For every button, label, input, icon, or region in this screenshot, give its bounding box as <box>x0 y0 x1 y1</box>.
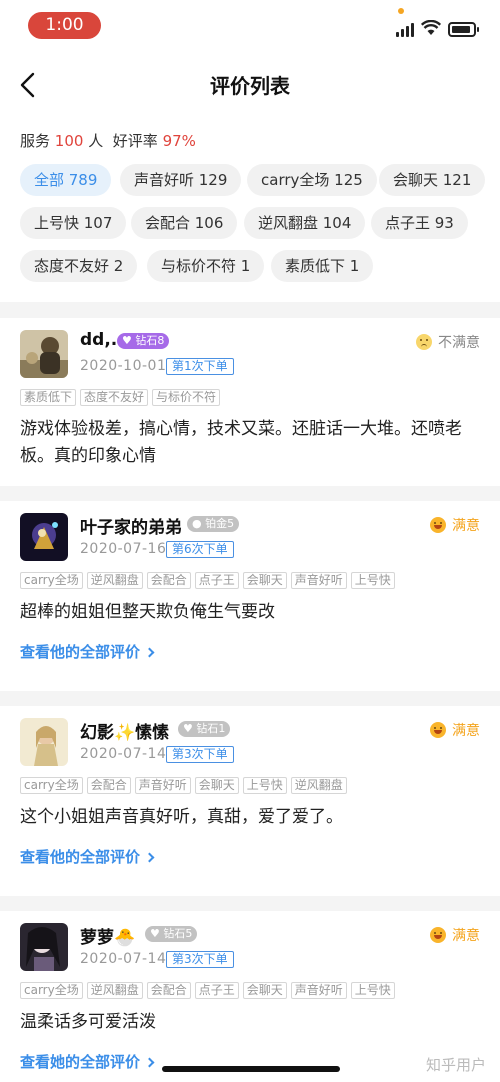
review-tag: 上号快 <box>350 982 395 999</box>
review-comment: 游戏体验极差，搞心情，技术又菜。还脏话一大堆。还喷老板。真的印象心情 <box>20 419 462 466</box>
review-date: 2020-10-01 <box>80 358 167 374</box>
nav-bar: 评价列表 <box>0 52 500 118</box>
status-time: 1:00 <box>28 12 101 39</box>
review-tag: 点子王 <box>194 572 239 589</box>
level-badge: ♥ 钻石1 <box>178 721 231 737</box>
order-count-badge: 第1次下单 <box>166 358 234 375</box>
happy-face-icon <box>430 722 446 738</box>
review-date: 2020-07-14 <box>80 951 167 967</box>
recording-indicator-icon <box>398 8 404 14</box>
filter-chip-idea[interactable]: 点子王 93 <box>371 207 468 239</box>
home-indicator[interactable] <box>162 1066 340 1072</box>
rating-label: 满意 <box>430 720 480 740</box>
review-tag: carry全场 <box>20 572 83 589</box>
rating-label: 不满意 <box>416 332 480 352</box>
page-title: 评价列表 <box>210 74 290 98</box>
review-tag: 会聊天 <box>242 572 287 589</box>
view-all-reviews-link[interactable]: 查看他的全部评价 <box>20 641 155 662</box>
chevron-right-icon <box>144 1057 155 1068</box>
filter-chip-voice[interactable]: 声音好听 129 <box>120 164 242 196</box>
wifi-icon <box>421 20 441 35</box>
order-count-badge: 第3次下单 <box>166 951 234 968</box>
review-tag: 素质低下 <box>20 389 77 406</box>
review-tag: 会配合 <box>146 572 191 589</box>
filter-chip-carry[interactable]: carry全场 125 <box>247 164 377 196</box>
view-all-reviews-link[interactable]: 查看他的全部评价 <box>20 846 155 867</box>
review-tag: carry全场 <box>20 777 83 794</box>
status-bar: 1:00 <box>0 0 500 52</box>
username: 幻影✨愫愫 <box>80 723 170 743</box>
filter-chip-cooperate[interactable]: 会配合 106 <box>131 207 238 239</box>
filter-chip-comeback[interactable]: 逆风翻盘 104 <box>244 207 366 239</box>
filter-chip-attitude[interactable]: 态度不友好 2 <box>20 250 138 282</box>
review-tag: 会聊天 <box>242 982 287 999</box>
sad-face-icon <box>416 334 432 350</box>
rating-label: 满意 <box>430 515 480 535</box>
avatar[interactable] <box>20 513 68 561</box>
review-tag: 声音好听 <box>134 777 191 794</box>
filter-chip-all[interactable]: 全部 789 <box>20 164 112 196</box>
username: 叶子家的弟弟 <box>80 518 182 538</box>
review-tag: 点子王 <box>194 982 239 999</box>
review-date: 2020-07-14 <box>80 746 167 762</box>
review-tag: 与标价不符 <box>152 389 221 406</box>
review-tag: 声音好听 <box>290 982 347 999</box>
watermark: 知乎用户 <box>425 1056 486 1074</box>
happy-face-icon <box>430 517 446 533</box>
service-label: 服务 <box>20 132 51 150</box>
rating-label: 满意 <box>430 925 480 945</box>
review-tags: 素质低下 态度不友好 与标价不符 <box>20 386 224 406</box>
review-tag: 会配合 <box>146 982 191 999</box>
review-card: 叶子家的弟弟 ● 铂金5 2020-07-16 第6次下单 满意 carry全场… <box>0 501 500 691</box>
order-count-badge: 第3次下单 <box>166 746 234 763</box>
review-tag: 逆风翻盘 <box>86 982 143 999</box>
review-tag: 会配合 <box>86 777 131 794</box>
review-tag: 逆风翻盘 <box>86 572 143 589</box>
username: dd,. <box>80 330 118 350</box>
review-date: 2020-07-16 <box>80 541 167 557</box>
avatar[interactable] <box>20 923 68 971</box>
review-comment: 这个小姐姐声音真好听，真甜，爱了爱了。 <box>20 807 343 827</box>
filter-chip-quality[interactable]: 素质低下 1 <box>271 250 374 282</box>
review-tags: carry全场 逆风翻盘 会配合 点子王 会聊天 声音好听 上号快 <box>20 979 399 999</box>
rate-value: 97% <box>162 132 196 150</box>
review-comment: 超棒的姐姐但整天欺负俺生气要改 <box>20 602 275 622</box>
filter-chip-price[interactable]: 与标价不符 1 <box>147 250 265 282</box>
review-tags: carry全场 会配合 声音好听 会聊天 上号快 逆风翻盘 <box>20 774 351 794</box>
filter-chip-chat[interactable]: 会聊天 121 <box>379 164 486 196</box>
level-badge: ● 铂金5 <box>187 516 240 532</box>
review-summary: 服务 100 人 好评率 97% 全部 789 声音好听 129 carry全场… <box>0 118 500 302</box>
level-badge: ♥ 钻石5 <box>145 926 198 942</box>
chevron-right-icon <box>144 647 155 658</box>
username: 萝萝🐣 <box>80 928 136 948</box>
review-tag: 会聊天 <box>194 777 239 794</box>
review-tag: 态度不友好 <box>80 389 149 406</box>
view-all-reviews-link[interactable]: 查看她的全部评价 <box>20 1051 155 1072</box>
happy-face-icon <box>430 927 446 943</box>
review-tags: carry全场 逆风翻盘 会配合 点子王 会聊天 声音好听 上号快 <box>20 569 399 589</box>
rate-label: 好评率 <box>112 132 158 150</box>
order-count-badge: 第6次下单 <box>166 541 234 558</box>
avatar[interactable] <box>20 330 68 378</box>
review-tag: 上号快 <box>350 572 395 589</box>
battery-icon <box>448 22 479 37</box>
cellular-signal-icon <box>396 23 414 37</box>
service-count: 100 <box>54 132 84 150</box>
review-card: dd,. ♥ 钻石8 2020-10-01 第1次下单 不满意 素质低下 态度不友… <box>0 318 500 486</box>
review-tag: 声音好听 <box>290 572 347 589</box>
review-tag: 逆风翻盘 <box>290 777 347 794</box>
review-tag: 上号快 <box>242 777 287 794</box>
review-comment: 温柔话多可爱活泼 <box>20 1012 156 1032</box>
review-tag: carry全场 <box>20 982 83 999</box>
filter-chip-fast[interactable]: 上号快 107 <box>20 207 127 239</box>
avatar[interactable] <box>20 718 68 766</box>
chevron-right-icon <box>144 852 155 863</box>
review-card: 幻影✨愫愫 ♥ 钻石1 2020-07-14 第3次下单 满意 carry全场会… <box>0 706 500 896</box>
service-unit: 人 <box>88 132 104 150</box>
service-stats: 服务 100 人 好评率 97% <box>20 130 196 151</box>
level-badge: ♥ 钻石8 <box>117 333 170 349</box>
